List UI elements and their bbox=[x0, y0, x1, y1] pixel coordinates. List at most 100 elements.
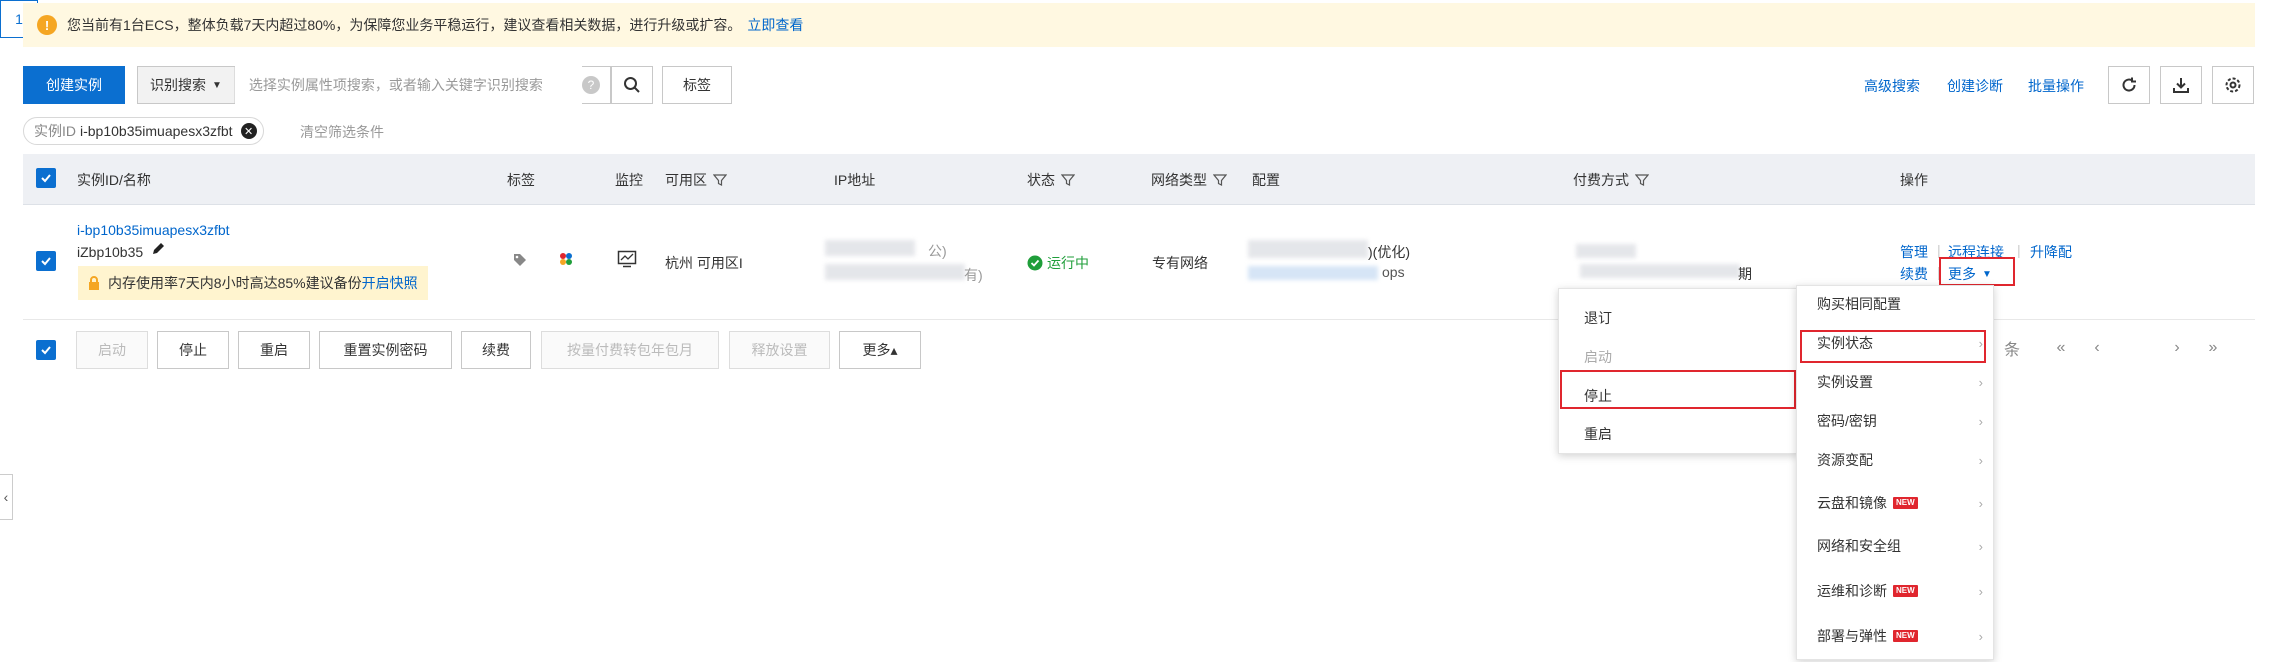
submenu-item-unsubscribe[interactable]: 退订 bbox=[1559, 300, 1797, 336]
filter-value: i-bp10b35imuapesx3zfbt bbox=[80, 123, 233, 139]
header-zone[interactable]: 可用区 bbox=[665, 170, 727, 190]
lock-icon bbox=[86, 275, 102, 291]
more-highlight-box bbox=[1939, 257, 2015, 286]
search-input[interactable] bbox=[234, 66, 582, 104]
next-page-icon[interactable]: › bbox=[2164, 329, 2190, 367]
menu-item-label: 运维和诊断 bbox=[1817, 583, 1887, 599]
manage-link[interactable]: 管理 bbox=[1900, 242, 1928, 262]
caret-down-icon: ▼ bbox=[212, 79, 222, 91]
header-ip: IP地址 bbox=[834, 172, 876, 188]
submenu-item-restart[interactable]: 重启 bbox=[1559, 416, 1797, 452]
header-status-label: 状态 bbox=[1027, 172, 1055, 188]
header-billing-label: 付费方式 bbox=[1573, 172, 1629, 188]
batch-select-checkbox[interactable] bbox=[36, 340, 56, 360]
header-billing[interactable]: 付费方式 bbox=[1573, 170, 1649, 190]
edit-icon[interactable] bbox=[150, 241, 166, 260]
notice-text: 您当前有1台ECS，整体负载7天内超过80%，为保障您业务平稳运行，建议查看相关… bbox=[67, 17, 742, 33]
config-redacted bbox=[1248, 240, 1368, 258]
batch-release-button[interactable]: 释放设置 bbox=[729, 331, 830, 369]
billing-suffix: 期 bbox=[1738, 266, 1752, 282]
create-diagnosis-link[interactable]: 创建诊断 bbox=[1947, 76, 2003, 96]
upgrade-link[interactable]: 升降配 bbox=[2030, 242, 2072, 262]
chevron-right-icon: › bbox=[1978, 452, 1983, 468]
menu-item-disk-image[interactable]: 云盘和镜像 NEW › bbox=[1797, 485, 1993, 521]
sidebar-collapse-handle[interactable]: ‹ bbox=[0, 474, 13, 520]
gear-icon bbox=[2225, 77, 2241, 93]
chevron-right-icon: › bbox=[1978, 538, 1983, 554]
bandwidth-redacted bbox=[1248, 266, 1378, 280]
batch-start-button[interactable]: 启动 bbox=[76, 331, 148, 369]
refresh-button[interactable] bbox=[2108, 66, 2150, 104]
menu-item-label: 云盘和镜像 bbox=[1817, 495, 1887, 511]
menu-item-label: 购买相同配置 bbox=[1817, 296, 1901, 312]
batch-operations-link[interactable]: 批量操作 bbox=[2028, 76, 2084, 96]
prev-page-icon[interactable]: ‹ bbox=[2084, 329, 2110, 367]
zone-value: 杭州 可用区I bbox=[665, 255, 743, 271]
header-network-label: 网络类型 bbox=[1151, 172, 1207, 188]
search-button[interactable] bbox=[611, 66, 653, 104]
menu-item-resource-change[interactable]: 资源变配 › bbox=[1797, 442, 1993, 478]
settings-button[interactable] bbox=[2212, 66, 2254, 104]
batch-restart-button[interactable]: 重启 bbox=[238, 331, 310, 369]
page-size-unit: 条 bbox=[2003, 342, 2020, 359]
batch-stop-button[interactable]: 停止 bbox=[157, 331, 229, 369]
tag-icon[interactable] bbox=[512, 252, 528, 271]
warning-icon: ! bbox=[37, 15, 57, 35]
network-value: 专有网络 bbox=[1152, 255, 1208, 271]
menu-item-instance-settings[interactable]: 实例设置 › bbox=[1797, 364, 1993, 400]
filter-icon bbox=[713, 174, 727, 186]
alert-text: 内存使用率7天内8小时高达85%建议备份 bbox=[108, 275, 362, 291]
check-icon bbox=[41, 346, 51, 355]
renew-link[interactable]: 续费 bbox=[1900, 264, 1928, 284]
menu-item-label: 密码/密钥 bbox=[1817, 413, 1877, 429]
header-network[interactable]: 网络类型 bbox=[1151, 170, 1227, 190]
search-type-label: 识别搜索 bbox=[150, 77, 206, 93]
download-button[interactable] bbox=[2160, 66, 2202, 104]
menu-item-buy-same-config[interactable]: 购买相同配置 bbox=[1797, 286, 1993, 322]
header-status[interactable]: 状态 bbox=[1027, 170, 1075, 190]
stop-highlight-box bbox=[1560, 370, 1796, 409]
menu-item-label: 资源变配 bbox=[1817, 452, 1873, 468]
new-badge: NEW bbox=[1893, 497, 1918, 509]
submenu-item-label: 启动 bbox=[1584, 349, 1612, 365]
menu-item-deploy-elastic[interactable]: 部署与弹性 NEW › bbox=[1797, 618, 1993, 654]
notice-view-link[interactable]: 立即查看 bbox=[747, 15, 803, 35]
chevron-right-icon: › bbox=[1978, 495, 1983, 511]
instance-status-highlight-box bbox=[1800, 330, 1986, 363]
last-page-icon[interactable]: » bbox=[2200, 329, 2226, 367]
status-badge: 运行中 bbox=[1027, 253, 1089, 273]
refresh-icon bbox=[2122, 77, 2136, 92]
batch-reset-password-button[interactable]: 重置实例密码 bbox=[319, 331, 452, 369]
close-icon[interactable]: ✕ bbox=[240, 123, 257, 139]
menu-item-network-security[interactable]: 网络和安全组 › bbox=[1797, 528, 1993, 564]
batch-to-subscription-button[interactable]: 按量付费转包年包月 bbox=[541, 331, 719, 369]
header-tags: 标签 bbox=[507, 172, 535, 188]
menu-item-ops-diagnosis[interactable]: 运维和诊断 NEW › bbox=[1797, 573, 1993, 609]
batch-renew-button[interactable]: 续费 bbox=[461, 331, 531, 369]
monitor-icon[interactable] bbox=[617, 250, 637, 271]
filter-icon bbox=[1635, 174, 1649, 186]
clear-filter-link[interactable]: 清空筛选条件 bbox=[300, 122, 384, 142]
instance-id-link[interactable]: i-bp10b35imuapesx3zfbt bbox=[77, 222, 230, 238]
notice-bar: ! 您当前有1台ECS，整体负载7天内超过80%，为保障您业务平稳运行，建议查看… bbox=[23, 3, 2255, 47]
app-icon[interactable] bbox=[557, 250, 575, 271]
check-icon bbox=[41, 174, 51, 183]
config-suffix: )(优化) bbox=[1368, 244, 1410, 260]
new-badge: NEW bbox=[1893, 630, 1918, 642]
select-all-checkbox[interactable] bbox=[36, 168, 56, 188]
search-type-select[interactable]: 识别搜索 ▼ bbox=[138, 67, 235, 103]
first-page-icon[interactable]: « bbox=[2048, 329, 2074, 367]
ip-private-redacted bbox=[825, 264, 965, 280]
tag-filter-button[interactable]: 标签 bbox=[662, 66, 732, 104]
advanced-search-link[interactable]: 高级搜索 bbox=[1864, 76, 1920, 96]
billing-redacted bbox=[1576, 244, 1636, 258]
chevron-right-icon: › bbox=[1978, 374, 1983, 390]
menu-item-password-key[interactable]: 密码/密钥 › bbox=[1797, 403, 1993, 439]
ip-public-suffix: 公) bbox=[928, 243, 947, 259]
batch-more-button[interactable]: 更多▴ bbox=[839, 331, 921, 369]
enable-snapshot-link[interactable]: 开启快照 bbox=[362, 273, 418, 293]
create-instance-button[interactable]: 创建实例 bbox=[23, 66, 125, 104]
row-checkbox[interactable] bbox=[36, 251, 56, 271]
help-icon[interactable]: ? bbox=[582, 76, 600, 94]
header-actions: 操作 bbox=[1900, 172, 1928, 188]
